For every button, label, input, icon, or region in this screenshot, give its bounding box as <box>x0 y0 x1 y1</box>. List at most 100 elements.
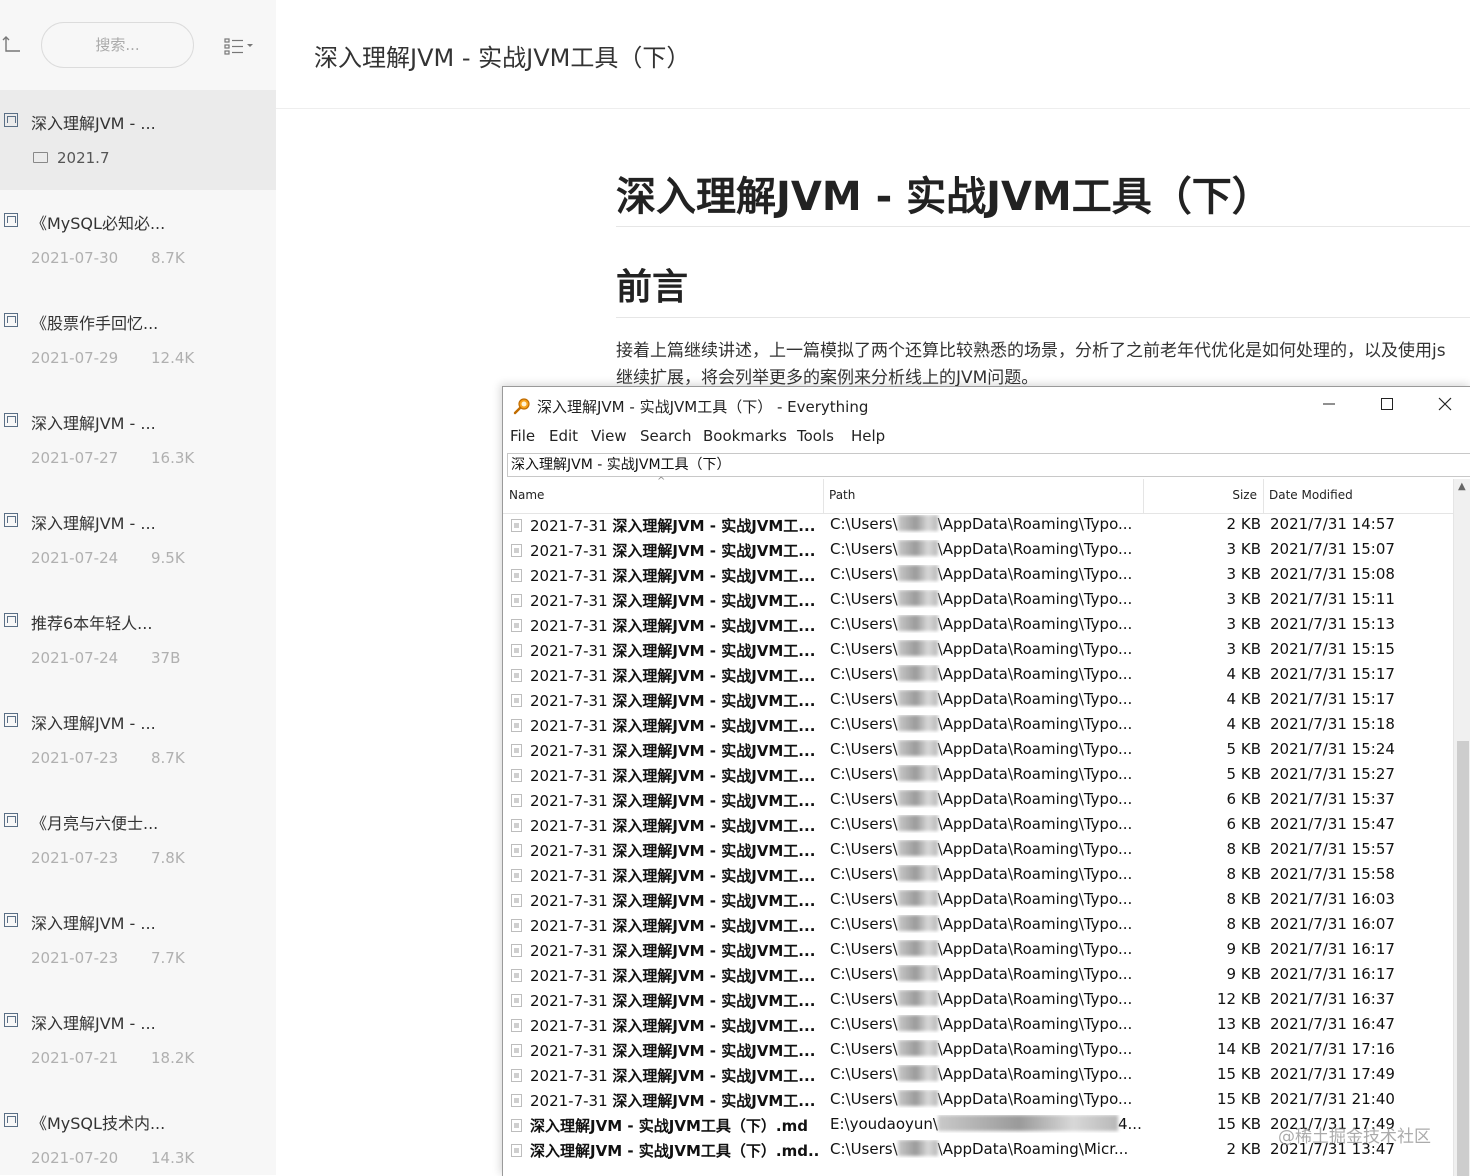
result-path-start: C:\Users\ <box>830 1015 898 1033</box>
file-size: 8.7K <box>151 249 185 267</box>
result-name-date: 2021-7-31 <box>530 792 613 810</box>
file-list-item[interactable]: 深入理解JVM - ... 2021.7 <box>0 90 276 190</box>
result-path-start: C:\Users\ <box>830 790 898 808</box>
menu-edit[interactable]: Edit <box>549 427 578 445</box>
menu-view[interactable]: View <box>591 427 627 445</box>
column-separator[interactable] <box>823 479 824 513</box>
result-row[interactable]: 2021-7-31 深入理解JVM - 实战JVM工... C:\Users\ \A… <box>503 538 1453 563</box>
result-name-date: 2021-7-31 <box>530 1042 613 1060</box>
scrollbar-thumb[interactable] <box>1457 741 1469 1176</box>
result-row[interactable]: 2021-7-31 深入理解JVM - 实战JVM工... C:\Users\ \A… <box>503 938 1453 963</box>
result-row[interactable]: 2021-7-31 深入理解JVM - 实战JVM工... C:\Users\ \A… <box>503 513 1453 538</box>
redacted-blur <box>897 515 938 531</box>
menu-bookmarks[interactable]: Bookmarks <box>703 427 787 445</box>
result-path-end: \AppData\Roaming\Typo... <box>937 915 1133 933</box>
menu-file[interactable]: File <box>510 427 535 445</box>
result-date-modified: 2021/7/31 15:58 <box>1270 865 1395 883</box>
result-path-start: C:\Users\ <box>830 640 898 658</box>
result-row[interactable]: 2021-7-31 深入理解JVM - 实战JVM工... C:\Users\ \A… <box>503 1088 1453 1113</box>
vertical-scrollbar[interactable]: ▲ <box>1453 479 1470 1176</box>
redacted-blur <box>897 590 938 606</box>
result-path-start: C:\Users\ <box>830 815 898 833</box>
result-row[interactable]: 2021-7-31 深入理解JVM - 实战JVM工... C:\Users\ \A… <box>503 613 1453 638</box>
result-row[interactable]: 2021-7-31 深入理解JVM - 实战JVM工... C:\Users\ \A… <box>503 963 1453 988</box>
close-button[interactable] <box>1425 393 1465 419</box>
result-row[interactable]: 2021-7-31 深入理解JVM - 实战JVM工... C:\Users\ \A… <box>503 763 1453 788</box>
result-row[interactable]: 2021-7-31 深入理解JVM - 实战JVM工... C:\Users\ \A… <box>503 1063 1453 1088</box>
file-title: 深入理解JVM - ... <box>31 714 156 733</box>
result-path: C:\Users\ \AppData\Roaming\Typo... <box>830 640 1143 658</box>
column-header-path[interactable]: Path <box>829 488 855 502</box>
result-row[interactable]: 2021-7-31 深入理解JVM - 实战JVM工... C:\Users\ \A… <box>503 888 1453 913</box>
column-separator[interactable] <box>1263 479 1264 513</box>
file-list-item[interactable]: 《股票作手回忆... 2021-07-29 12.4K <box>0 290 276 390</box>
file-list-item[interactable]: 《MySQL技术内... 2021-07-20 14.3K <box>0 1090 276 1175</box>
markdown-file-icon <box>4 1113 18 1127</box>
redacted-blur <box>937 1115 1118 1131</box>
file-date: 2021-07-29 <box>31 349 119 367</box>
result-path: E:\youdaoyun\ 4... <box>830 1115 1143 1133</box>
result-path: C:\Users\ \AppData\Roaming\Typo... <box>830 815 1143 833</box>
column-header-date-modified[interactable]: Date Modified <box>1269 488 1353 502</box>
minimize-button[interactable] <box>1309 393 1349 419</box>
menu-help[interactable]: Help <box>851 427 885 445</box>
result-row[interactable]: 2021-7-31 深入理解JVM - 实战JVM工... C:\Users\ \A… <box>503 738 1453 763</box>
scroll-up-icon[interactable]: ▲ <box>1458 481 1466 492</box>
file-list-item[interactable]: 推荐6本年轻人... 2021-07-24 37B <box>0 590 276 690</box>
result-name-date: 2021-7-31 <box>530 867 613 885</box>
sidebar-search-input[interactable]: 搜索... <box>41 22 194 68</box>
result-name: 2021-7-31 深入理解JVM - 实战JVM工... <box>530 840 820 861</box>
file-list-item[interactable]: 深入理解JVM - ... 2021-07-21 18.2K <box>0 990 276 1090</box>
result-row[interactable]: 2021-7-31 深入理解JVM - 实战JVM工... C:\Users\ \A… <box>503 1013 1453 1038</box>
result-path-end: \AppData\Roaming\Typo... <box>937 790 1133 808</box>
heading-divider <box>616 226 1470 227</box>
result-name: 2021-7-31 深入理解JVM - 实战JVM工... <box>530 665 820 686</box>
result-row[interactable]: 2021-7-31 深入理解JVM - 实战JVM工... C:\Users\ \A… <box>503 813 1453 838</box>
column-header-name[interactable]: Name <box>509 488 544 502</box>
result-row[interactable]: 2021-7-31 深入理解JVM - 实战JVM工... C:\Users\ \A… <box>503 863 1453 888</box>
file-list-item[interactable]: 深入理解JVM - ... 2021-07-27 16.3K <box>0 390 276 490</box>
menu-tools[interactable]: Tools <box>797 427 834 445</box>
file-list-item[interactable]: 深入理解JVM - ... 2021-07-23 8.7K <box>0 690 276 790</box>
result-row[interactable]: 2021-7-31 深入理解JVM - 实战JVM工... C:\Users\ \A… <box>503 713 1453 738</box>
result-path-end: \AppData\Roaming\Typo... <box>937 515 1133 533</box>
result-name-title: 深入理解JVM - 实战JVM工... <box>612 592 816 610</box>
result-row[interactable]: 2021-7-31 深入理解JVM - 实战JVM工... C:\Users\ \A… <box>503 988 1453 1013</box>
result-row[interactable]: 2021-7-31 深入理解JVM - 实战JVM工... C:\Users\ \A… <box>503 663 1453 688</box>
maximize-button[interactable] <box>1367 393 1407 419</box>
column-header-size[interactable]: Size <box>1143 488 1257 502</box>
result-path-end: \AppData\Roaming\Typo... <box>937 615 1133 633</box>
result-path-end: \AppData\Roaming\Typo... <box>937 640 1133 658</box>
result-path: C:\Users\ \AppData\Roaming\Typo... <box>830 890 1143 908</box>
menu-search[interactable]: Search <box>640 427 692 445</box>
result-row[interactable]: 2021-7-31 深入理解JVM - 实战JVM工... C:\Users\ \A… <box>503 838 1453 863</box>
file-list-item[interactable]: 《MySQL必知必... 2021-07-30 8.7K <box>0 190 276 290</box>
outline-view-icon[interactable] <box>223 37 255 55</box>
result-row[interactable]: 2021-7-31 深入理解JVM - 实战JVM工... C:\Users\ \A… <box>503 788 1453 813</box>
result-name-title: 深入理解JVM - 实战JVM工... <box>612 867 816 885</box>
result-row[interactable]: 2021-7-31 深入理解JVM - 实战JVM工... C:\Users\ \A… <box>503 1038 1453 1063</box>
window-titlebar[interactable]: 深入理解JVM - 实战JVM工具（下） - Everything <box>503 387 1470 425</box>
result-row[interactable]: 2021-7-31 深入理解JVM - 实战JVM工... C:\Users\ \A… <box>503 688 1453 713</box>
file-list-item[interactable]: 《月亮与六便士... 2021-07-23 7.8K <box>0 790 276 890</box>
result-name-title: 深入理解JVM - 实战JVM工... <box>612 967 816 985</box>
file-list-item[interactable]: 深入理解JVM - ... 2021-07-24 9.5K <box>0 490 276 590</box>
markdown-file-icon <box>4 613 18 627</box>
file-list-item[interactable]: 深入理解JVM - ... 2021-07-23 7.7K <box>0 890 276 990</box>
everything-search-input[interactable]: 深入理解JVM - 实战JVM工具（下） <box>507 453 1470 477</box>
result-row[interactable]: 2021-7-31 深入理解JVM - 实战JVM工... C:\Users\ \A… <box>503 588 1453 613</box>
result-name: 2021-7-31 深入理解JVM - 实战JVM工... <box>530 1040 820 1061</box>
result-path-start: C:\Users\ <box>830 1090 898 1108</box>
result-row[interactable]: 2021-7-31 深入理解JVM - 实战JVM工... C:\Users\ \A… <box>503 913 1453 938</box>
redacted-blur <box>897 790 938 806</box>
file-icon <box>511 594 522 607</box>
up-folder-icon[interactable] <box>2 34 22 56</box>
folder-icon <box>33 152 48 163</box>
result-name-title: 深入理解JVM - 实战JVM工... <box>612 817 816 835</box>
result-path: C:\Users\ \AppData\Roaming\Typo... <box>830 865 1143 883</box>
result-path: C:\Users\ \AppData\Roaming\Typo... <box>830 940 1143 958</box>
result-name-date: 2021-7-31 <box>530 667 613 685</box>
result-row[interactable]: 2021-7-31 深入理解JVM - 实战JVM工... C:\Users\ \A… <box>503 563 1453 588</box>
markdown-file-icon <box>4 1013 18 1027</box>
result-row[interactable]: 2021-7-31 深入理解JVM - 实战JVM工... C:\Users\ \A… <box>503 638 1453 663</box>
